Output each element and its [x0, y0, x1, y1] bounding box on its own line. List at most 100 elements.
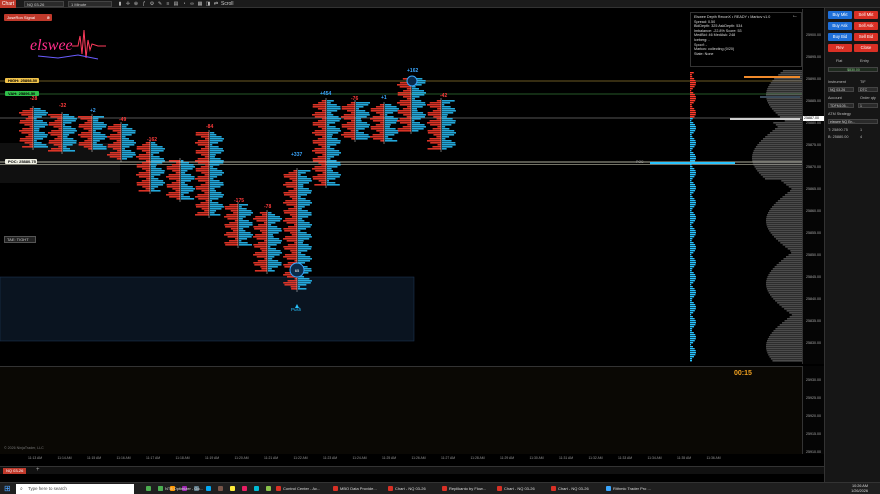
buy-bid-button[interactable]: Buy Bid: [828, 33, 852, 41]
dom-bar: [690, 232, 696, 234]
taskbar-window-button[interactable]: MBO Data Provide...: [333, 485, 387, 493]
dom-bar: [690, 290, 696, 292]
time-tick: 11:18 AM: [175, 456, 190, 460]
taskbar-app-icon[interactable]: [146, 485, 154, 493]
dom-bar: [690, 274, 696, 276]
dom-bar: [690, 296, 695, 298]
dom-bar: [690, 262, 696, 264]
profile-bar: [762, 176, 802, 178]
profile-bar: [781, 260, 802, 262]
dom-bar: [690, 168, 695, 170]
target-row-label: T: 25890.75: [828, 128, 848, 132]
windows-start-icon[interactable]: ⊞: [4, 485, 12, 493]
price-axis[interactable]: 25900.00 25895.00 25890.00 25885.00 25880.00…: [802, 9, 824, 364]
profile-bar: [766, 346, 802, 348]
profile-bar: [767, 226, 802, 228]
dom-bar: [690, 180, 692, 182]
indicator-tick: 25915.00: [806, 432, 821, 436]
time-tick: 11:15 AM: [87, 456, 102, 460]
tif-label: TIF: [860, 80, 866, 84]
profile-bar: [772, 234, 802, 236]
sell-ask-button[interactable]: Sell Ask: [854, 22, 878, 30]
dom-bar: [690, 246, 696, 248]
dom-large-bar: [650, 162, 735, 164]
profile-bar: [772, 130, 802, 132]
profile-bar: [766, 90, 802, 92]
profile-bar: [788, 254, 802, 256]
dom-bar: [690, 288, 695, 290]
profile-bar: [766, 344, 802, 346]
time-tick: 11:33 AM: [618, 456, 633, 460]
indicator-panel[interactable]: [0, 366, 824, 454]
sell-mkt-button[interactable]: Sell Mkt: [854, 11, 878, 19]
taskbar-window-button[interactable]: Chart - NQ 03-26: [497, 485, 551, 493]
taskbar-app-icon[interactable]: [254, 485, 262, 493]
reverse-button[interactable]: Rev: [828, 44, 852, 52]
dom-bar: [690, 350, 696, 352]
profile-bar: [771, 108, 802, 110]
dom-bar: [690, 88, 693, 90]
taskbar-app-icon[interactable]: [218, 485, 226, 493]
time-axis[interactable]: 11:13 AM 11:14 AM 11:15 AM 11:16 AM 11:17 AM…: [0, 455, 824, 462]
profile-bar: [762, 138, 802, 140]
taskbar-app-icon[interactable]: [242, 485, 250, 493]
footprint-bar: [370, 102, 399, 144]
profile-bar: [782, 244, 802, 246]
profile-bar: [779, 116, 802, 118]
dom-bar: [690, 106, 693, 108]
dom-bar: [690, 322, 696, 324]
dom-bar: [690, 98, 696, 100]
dom-bar: [690, 252, 694, 254]
taskbar-window-button[interactable]: NT8 Optimizer - Go...: [158, 485, 212, 493]
taskbar-app-icon[interactable]: [230, 485, 238, 493]
account-field[interactable]: TDFM105...: [828, 103, 854, 108]
taskbar-window-button[interactable]: Chart - NQ 03-26: [551, 485, 605, 493]
instrument-field[interactable]: NQ 03-26: [828, 87, 854, 92]
taskbar-window-button[interactable]: Rithmic Trader Pro ...: [606, 485, 660, 493]
profile-bar: [785, 256, 802, 258]
signal-badge[interactable]: JoseRon Signal ⊗: [4, 14, 52, 21]
tif-field[interactable]: DTC: [858, 87, 878, 92]
add-tab-icon[interactable]: +: [36, 467, 40, 473]
collapse-arrow-icon[interactable]: ←: [792, 13, 798, 19]
sell-bid-button[interactable]: Sell Bid: [854, 33, 878, 41]
tab-nq[interactable]: NQ 03-26: [3, 468, 27, 474]
profile-bar: [786, 184, 802, 186]
profile-bar: [760, 174, 802, 176]
dom-bar: [690, 266, 695, 268]
dom-bar: [690, 192, 694, 194]
dom-bar: [690, 212, 694, 214]
buy-ask-button[interactable]: Buy Ask: [828, 22, 852, 30]
time-tick: 11:22 AM: [293, 456, 308, 460]
bar-timer: 00:15: [734, 370, 752, 377]
profile-bar: [766, 348, 802, 350]
footprint-bar: [224, 202, 253, 248]
dom-bar: [690, 126, 696, 128]
dom-bar: [690, 96, 696, 98]
taskbar-window-button[interactable]: Replikanto by Flow...: [442, 485, 496, 493]
time-tick: 11:36 AM: [706, 456, 721, 460]
taskbar-search-input[interactable]: ⌕ Type here to search: [16, 484, 134, 494]
time-tick: 11:35 AM: [677, 456, 692, 460]
taskbar-window-button[interactable]: Control Center - Ac...: [276, 485, 330, 493]
dom-bar: [690, 114, 696, 116]
dom-bar: [690, 330, 692, 332]
buy-mkt-button[interactable]: Buy Mkt: [828, 11, 852, 19]
taskbar-app-icon[interactable]: [266, 485, 274, 493]
close-badge-icon[interactable]: ⊗: [47, 14, 50, 21]
profile-bar: [767, 340, 802, 342]
dom-bar: [690, 76, 693, 78]
delta-label: +454: [320, 91, 332, 97]
profile-bar: [767, 338, 802, 340]
profile-bar: [772, 268, 802, 270]
atm-strategy-field[interactable]: elswee NQ En...: [828, 119, 878, 124]
close-button[interactable]: Close: [854, 44, 878, 52]
profile-bar: [769, 210, 802, 212]
dom-bar: [690, 338, 696, 340]
dom-bar: [690, 184, 696, 186]
dom-bar: [690, 128, 696, 130]
dom-bar: [690, 216, 696, 218]
taskbar-window-button[interactable]: Chart - NQ 03-26: [388, 485, 442, 493]
svg-text:65: 65: [295, 268, 300, 273]
order-qty-field[interactable]: 1: [858, 103, 878, 108]
